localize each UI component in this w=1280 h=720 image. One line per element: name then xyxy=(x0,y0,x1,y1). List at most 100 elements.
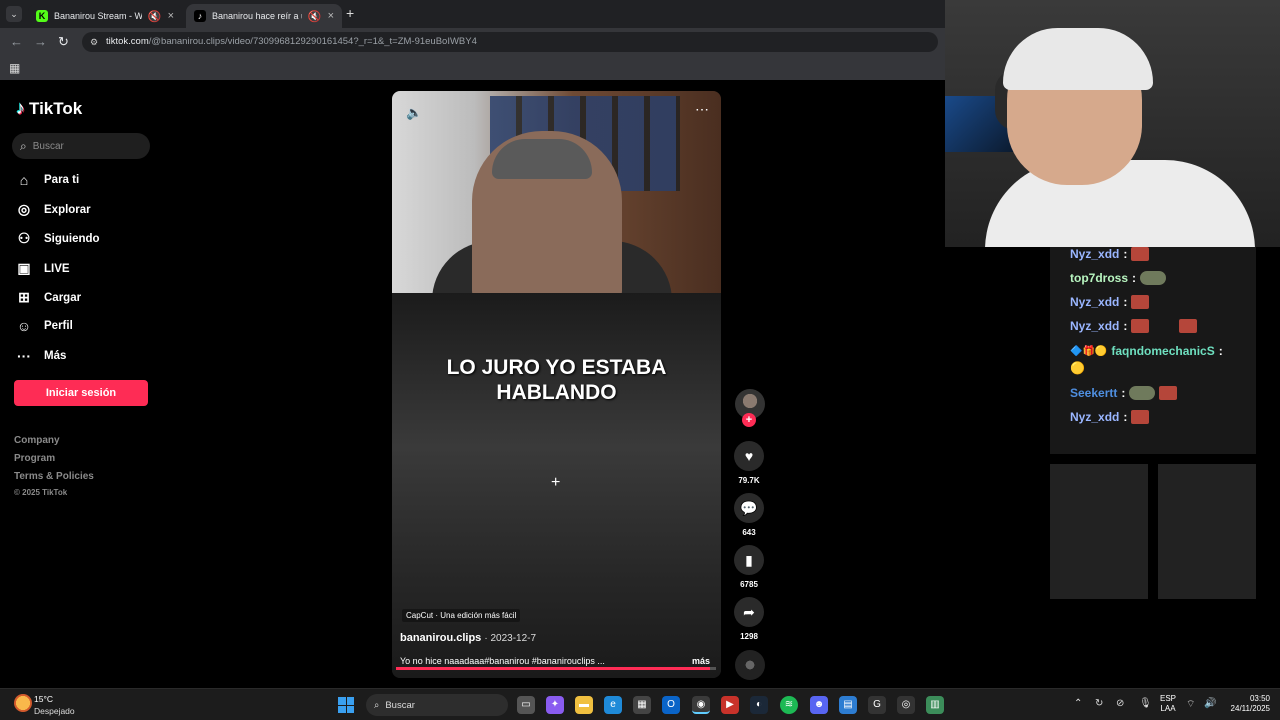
nav-item-explorar[interactable]: ◎ Explorar xyxy=(16,201,91,218)
language-indicator[interactable]: ESP LAA xyxy=(1160,694,1176,714)
chat-sep: : xyxy=(1121,386,1126,400)
emote-icon xyxy=(1131,410,1150,424)
footer-link-terms[interactable]: Terms & Policies xyxy=(14,471,94,482)
chat-message: Seekertt: xyxy=(1070,386,1178,400)
comment-action[interactable]: 💬 643 xyxy=(734,493,764,537)
bookmark-icon[interactable]: ▮ xyxy=(734,545,764,575)
tray-sync-icon[interactable]: ↻ xyxy=(1095,698,1103,709)
footer-link-company[interactable]: Company xyxy=(14,435,60,446)
music-disc-icon[interactable] xyxy=(735,650,765,680)
crosshair-icon: + xyxy=(551,474,561,491)
tab-kick-stream[interactable]: K Bananirou Stream - Watch Li 🔇 × xyxy=(28,4,182,28)
heart-icon[interactable]: ♥ xyxy=(734,441,764,471)
video-player[interactable]: 🔈 ⋯ LO JURO YO ESTABA HABLANDO + CapCut … xyxy=(392,91,721,678)
follow-plus-icon[interactable]: + xyxy=(742,413,756,427)
notes-app-icon[interactable]: ▥ xyxy=(926,696,944,714)
emote-icon xyxy=(1140,271,1167,285)
capcut-badge[interactable]: CapCut · Una edición más fácil xyxy=(402,609,521,622)
video-description: Yo no hice naaadaaa#bananirou #bananirou… xyxy=(400,656,605,666)
tiktok-note-icon: ♪ xyxy=(16,98,25,118)
nav-item-mas[interactable]: ··· Más xyxy=(16,348,66,364)
wifi-icon[interactable]: ⌔ xyxy=(1186,698,1195,711)
video-caption-overlay: LO JURO YO ESTABA HABLANDO xyxy=(392,355,721,405)
chrome-icon[interactable]: ◉ xyxy=(692,696,710,714)
chat-user: Nyz_xdd xyxy=(1070,319,1120,333)
webcam-cap xyxy=(1003,28,1153,90)
reload-icon[interactable]: ↻ xyxy=(58,34,69,50)
muted-icon[interactable]: 🔇 xyxy=(148,10,162,23)
tray-mic-icon[interactable]: 🎙 xyxy=(1139,698,1152,709)
new-tab-button[interactable]: + xyxy=(346,5,354,21)
emote-icon xyxy=(1131,247,1150,261)
back-icon[interactable]: ← xyxy=(10,34,23,49)
spotify-icon[interactable]: ≋ xyxy=(780,696,798,714)
nav-item-live[interactable]: ▣ LIVE xyxy=(16,260,69,277)
live-icon: ▣ xyxy=(17,260,31,276)
muted-icon[interactable]: 🔇 xyxy=(308,10,322,23)
task-view-icon[interactable]: ▭ xyxy=(517,696,535,714)
comment-icon[interactable]: 💬 xyxy=(734,493,764,523)
video-author[interactable]: bananirou.clips · 2023-12-7 xyxy=(400,632,536,644)
nav-item-cargar[interactable]: ⊞ Cargar xyxy=(16,289,81,306)
url-field[interactable]: tiktok.com/@bananirou.clips/video/730996… xyxy=(82,32,938,52)
more-link[interactable]: más xyxy=(692,656,710,666)
chat-message: Nyz_xdd: xyxy=(1070,319,1198,333)
weather-icon[interactable] xyxy=(14,694,32,712)
weather-description[interactable]: Despejado xyxy=(34,706,75,716)
steam-icon[interactable]: ◐ xyxy=(750,696,768,714)
file-explorer-icon[interactable]: ▬ xyxy=(575,696,593,714)
nav-item-siguiendo[interactable]: ⚇ Siguiendo xyxy=(16,230,100,247)
badge-icons: 🔷🎁🟡 xyxy=(1070,345,1108,357)
monitor-app-icon[interactable]: ▤ xyxy=(839,696,857,714)
copilot-icon[interactable]: ✦ xyxy=(546,696,564,714)
outlook-icon[interactable]: O xyxy=(662,696,680,714)
windows-start-icon[interactable] xyxy=(338,697,354,713)
weather-temperature[interactable]: 15°C xyxy=(34,694,53,704)
upload-icon: ⊞ xyxy=(18,289,30,305)
discord-icon[interactable]: ☻ xyxy=(810,696,828,714)
tab-tiktok-video[interactable]: ♪ Bananirou hace reír a una c 🔇 × xyxy=(186,4,342,28)
like-action[interactable]: ♥ 79.7K xyxy=(734,441,764,485)
brand-name: TikTok xyxy=(29,98,83,118)
caption-line-2: HABLANDO xyxy=(496,381,617,404)
nav-label: Más xyxy=(44,350,67,362)
system-clock[interactable]: 03:50 24/11/2025 xyxy=(1224,694,1270,714)
store-icon[interactable]: ▦ xyxy=(633,696,651,714)
tray-overflow-icon[interactable]: ⌃ xyxy=(1074,698,1082,709)
volume-tray-icon[interactable]: 🔊 xyxy=(1204,698,1216,709)
nav-item-para-ti[interactable]: ⌂ Para ti xyxy=(16,172,79,188)
chat-user: top7dross xyxy=(1070,271,1129,285)
search-input[interactable]: ⌕ Buscar xyxy=(12,133,150,159)
close-tab-icon[interactable]: × xyxy=(168,10,174,22)
emote-icon xyxy=(1129,386,1156,400)
share-icon[interactable]: ➦ xyxy=(734,597,764,627)
nav-label: Cargar xyxy=(44,291,82,304)
save-action[interactable]: ▮ 6785 xyxy=(734,545,764,589)
more-options-icon[interactable]: ⋯ xyxy=(695,101,709,118)
g-app-icon[interactable]: G xyxy=(868,696,886,714)
login-button[interactable]: Iniciar sesión xyxy=(14,380,148,406)
chat-user: Nyz_xdd xyxy=(1070,247,1120,261)
author-username: bananirou.clips xyxy=(400,632,482,644)
taskbar-search[interactable]: ⌕ Buscar xyxy=(366,694,508,716)
video-progress-bar[interactable] xyxy=(396,667,716,670)
nav-item-perfil[interactable]: ☺ Perfil xyxy=(16,318,73,334)
share-action[interactable]: ➦ 1298 xyxy=(734,597,764,641)
tray-network-off-icon[interactable]: ⊘ xyxy=(1116,698,1124,709)
forward-icon[interactable]: → xyxy=(34,34,47,49)
apps-grid-icon[interactable]: ▦ xyxy=(9,61,20,75)
share-count: 1298 xyxy=(740,632,758,641)
tab-search-menu-icon[interactable]: ⌄ xyxy=(6,6,22,22)
media-app-icon[interactable]: ▶ xyxy=(721,696,739,714)
site-info-icon[interactable]: ⚙ xyxy=(90,37,98,48)
obs-icon[interactable]: ◎ xyxy=(897,696,915,714)
footer-link-program[interactable]: Program xyxy=(14,453,55,464)
close-tab-icon[interactable]: × xyxy=(328,10,334,22)
edge-icon[interactable]: e xyxy=(604,696,622,714)
tiktok-logo[interactable]: ♪ TikTok xyxy=(16,98,82,119)
nav-label: Para ti xyxy=(44,174,80,186)
volume-icon[interactable]: 🔈 xyxy=(406,105,422,121)
stream-chat: Nyz_xdd: top7dross: Nyz_xdd: Nyz_xdd: 🔷🎁… xyxy=(1050,247,1256,454)
nav-label: Siguiendo xyxy=(44,232,100,245)
profile-icon: ☺ xyxy=(16,318,32,334)
